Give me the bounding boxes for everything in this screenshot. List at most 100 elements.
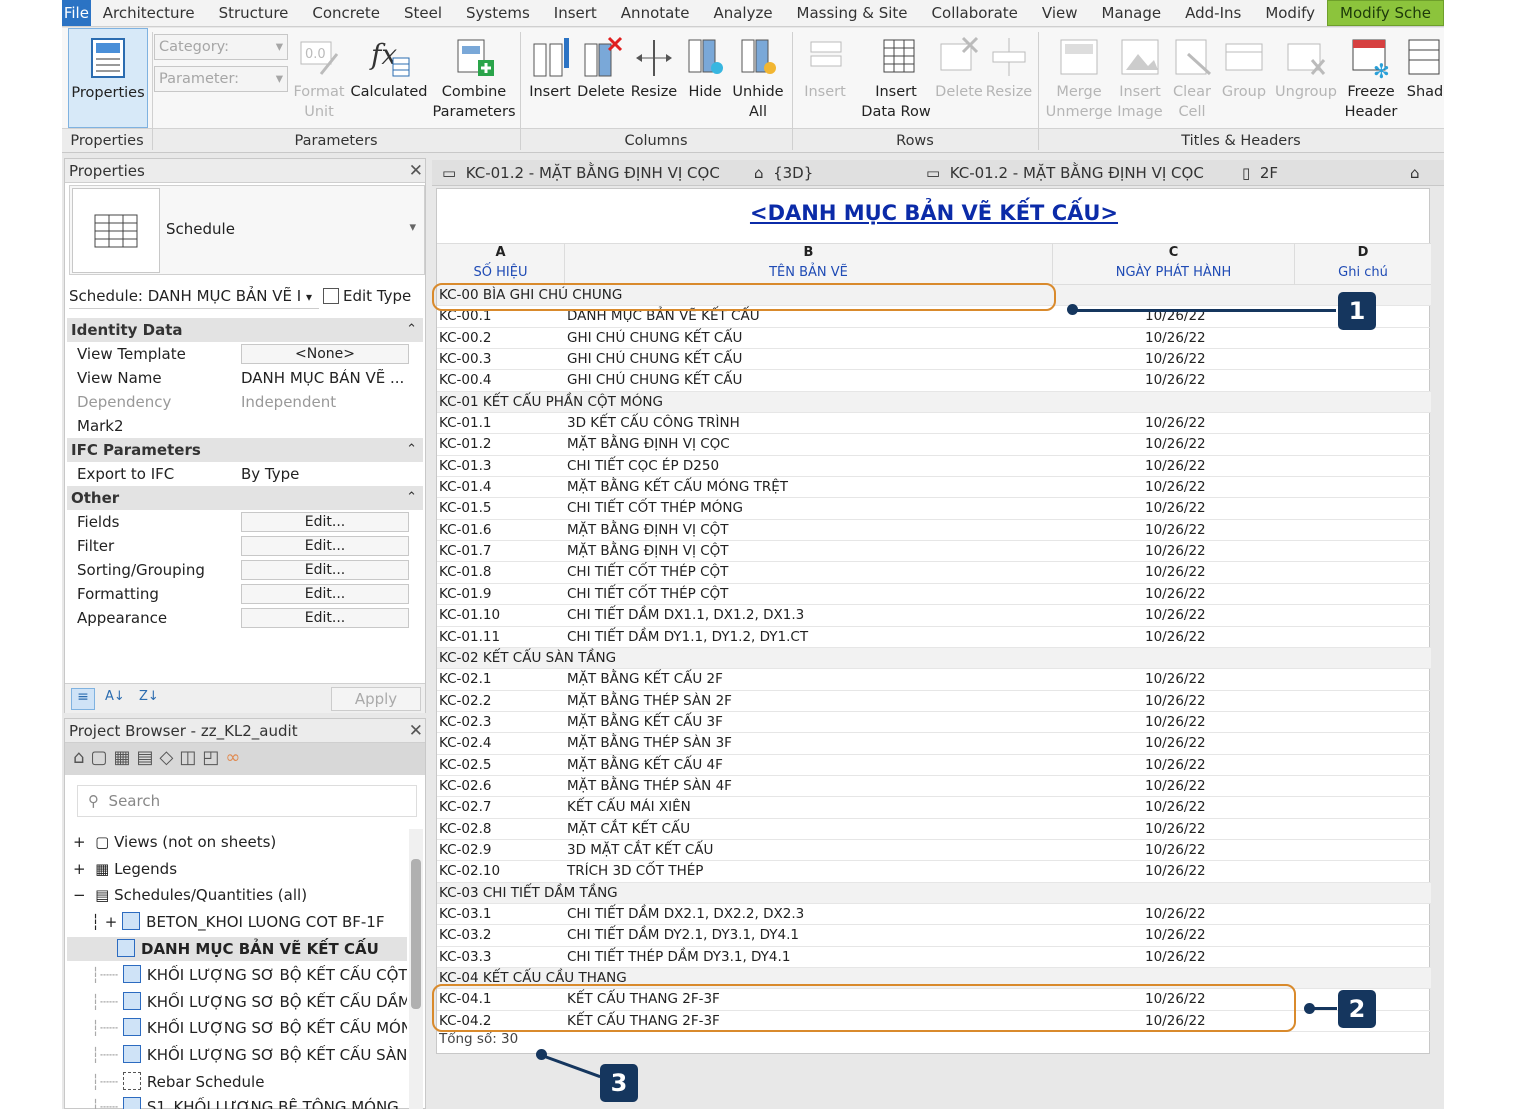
view-tab[interactable]: ⌂ {3D}	[754, 164, 813, 182]
export-ifc-field[interactable]: By Type	[241, 465, 409, 483]
cell-sheet-name[interactable]: CHI TIẾT DẦM DX2.1, DX2.2, DX2.3	[567, 906, 804, 922]
insert-data-row-button[interactable]: Insert Data Row	[858, 28, 934, 128]
search-input[interactable]: ⚲ Search	[77, 785, 417, 817]
table-row[interactable]: KC-02.7 KẾT CẤU MÁI XIÊN 10/26/22	[437, 797, 1431, 819]
cell-sheet-number[interactable]: KC-02.6	[439, 778, 491, 794]
table-row[interactable]: KC-01.4 MẶT BẰNG KẾT CẤU MÓNG TRỆT 10/26/2…	[437, 477, 1431, 499]
cell-sheet-name[interactable]: MẶT BẰNG KẾT CẤU 3F	[567, 714, 723, 730]
cell-issue-date[interactable]: 10/26/22	[1145, 693, 1206, 709]
expand-icon[interactable]: ┆ +	[91, 913, 117, 931]
tree-node-schedule-item[interactable]: ┆┄┄ KHỐI LƯỢNG SƠ BỘ KẾT CẤU CỘT	[91, 965, 407, 984]
fields-edit-button[interactable]: Edit...	[241, 512, 409, 532]
table-row[interactable]: KC-02.3 MẶT BẰNG KẾT CẤU 3F 10/26/22	[437, 712, 1431, 734]
tab-modify-schedule[interactable]: Modify Sche	[1327, 0, 1444, 26]
cell-sheet-name[interactable]: CHI TIẾT THÉP DẦM DY3.1, DY4.1	[567, 949, 790, 965]
link-icon[interactable]: ∞	[225, 747, 246, 768]
cell-issue-date[interactable]: 10/26/22	[1145, 735, 1206, 751]
table-row[interactable]: KC-03.1 CHI TIẾT DẦM DX2.1, DX2.2, DX2.3 1…	[437, 904, 1431, 926]
parameter-combo[interactable]: Parameter: ▾	[154, 66, 288, 92]
tree-node-schedule-item[interactable]: ┆┄┄ S1_KHỐI LƯỢNG BÊ TÔNG MÓNG	[91, 1097, 407, 1109]
type-selector[interactable]: Schedule ▾	[69, 185, 425, 275]
cell-issue-date[interactable]: 10/26/22	[1145, 757, 1206, 773]
cell-sheet-name[interactable]: KẾT CẤU MÁI XIÊN	[567, 799, 691, 815]
cell-issue-date[interactable]: 10/26/22	[1145, 458, 1206, 474]
tab-manage[interactable]: Manage	[1090, 0, 1174, 26]
cell-issue-date[interactable]: 10/26/22	[1145, 479, 1206, 495]
cell-sheet-name[interactable]: MẶT BẰNG KẾT CẤU 4F	[567, 757, 723, 773]
tree-node-schedule-item[interactable]: ┆┄┄ KHỐI LƯỢNG SƠ BỘ KẾT CẤU MÓNG	[91, 1018, 407, 1037]
column-header-c[interactable]: C NGÀY PHÁT HÀNH	[1053, 243, 1295, 285]
browser-scrollbar[interactable]	[409, 829, 423, 1109]
tree-node-selected[interactable]: DANH MỤC BẢN VẼ KẾT CẤU	[67, 937, 407, 961]
cell-sheet-number[interactable]: KC-02 KẾT CẤU SÀN TẦNG	[439, 650, 616, 666]
table-row[interactable]: KC-02.5 MẶT BẰNG KẾT CẤU 4F 10/26/22	[437, 755, 1431, 776]
combine-parameters-button[interactable]: Combine Parameters	[432, 28, 516, 128]
table-row[interactable]: KC-03.2 CHI TIẾT DẦM DY2.1, DY3.1, DY4.1 1…	[437, 925, 1431, 947]
tree-node-schedules[interactable]: − ▤ Schedules/Quantities (all)	[73, 886, 307, 904]
cell-sheet-name[interactable]: MẶT BẰNG THÉP SÀN 3F	[567, 735, 732, 751]
cell-sheet-number[interactable]: KC-01.3	[439, 458, 491, 474]
tab-modify[interactable]: Modify	[1253, 0, 1327, 26]
cell-issue-date[interactable]: 10/26/22	[1145, 586, 1206, 602]
cell-sheet-number[interactable]: KC-01.9	[439, 586, 491, 602]
view-template-button[interactable]: <None>	[241, 344, 409, 364]
insert-row-button[interactable]: Insert	[796, 28, 854, 128]
group-icon[interactable]: ◫	[179, 747, 202, 768]
cell-sheet-number[interactable]: KC-03.3	[439, 949, 491, 965]
unhide-all-button[interactable]: Unhide All	[730, 28, 786, 128]
view-tab[interactable]: ▭ KC-01.2 - MẶT BẰNG ĐỊNH VỊ CỌC	[442, 164, 720, 182]
close-icon[interactable]: ✕	[409, 159, 423, 183]
tab-architecture[interactable]: Architecture	[91, 0, 207, 26]
properties-button[interactable]: Properties	[68, 28, 148, 128]
cell-sheet-number[interactable]: KC-02.10	[439, 863, 500, 879]
insert-column-button[interactable]: Insert	[526, 28, 574, 128]
cell-issue-date[interactable]: 10/26/22	[1145, 927, 1206, 943]
cell-issue-date[interactable]: 10/26/22	[1145, 671, 1206, 687]
cell-sheet-name[interactable]: 3D MẶT CẮT KẾT CẤU	[567, 842, 713, 858]
instance-selector[interactable]: Schedule: DANH MỤC BẢN VẼ I ▾	[69, 283, 319, 309]
column-header-d[interactable]: D Ghi chú	[1295, 243, 1431, 285]
table-row[interactable]: KC-01.9 CHI TIẾT CỐT THÉP CỘT 10/26/22	[437, 584, 1431, 606]
merge-unmerge-button[interactable]: Merge Unmerge	[1046, 28, 1112, 128]
cell-issue-date[interactable]: 10/26/22	[1145, 863, 1206, 879]
cell-sheet-name[interactable]: MẶT BẰNG ĐỊNH VỊ CỘT	[567, 522, 729, 538]
table-row[interactable]: KC-02.9 3D MẶT CẮT KẾT CẤU 10/26/22	[437, 840, 1431, 862]
tree-node-schedule-item[interactable]: ┆┄┄ KHỐI LƯỢNG SƠ BỘ KẾT CẤU DẦM,	[91, 992, 407, 1011]
sorting-edit-button[interactable]: Edit...	[241, 560, 409, 580]
view-tab[interactable]: ⌂	[1410, 164, 1420, 182]
cell-sheet-number[interactable]: KC-02.7	[439, 799, 491, 815]
table-row[interactable]: KC-02.2 MẶT BẰNG THÉP SÀN 2F 10/26/22	[437, 691, 1431, 712]
view-tab[interactable]: ▭ KC-01.2 - MẶT BẰNG ĐỊNH VỊ CỌC	[926, 164, 1204, 182]
tab-concrete[interactable]: Concrete	[300, 0, 392, 26]
tab-analyze[interactable]: Analyze	[701, 0, 784, 26]
delete-column-button[interactable]: Delete	[576, 28, 626, 128]
tree-node-schedule-item[interactable]: ┆┄┄ Rebar Schedule	[91, 1072, 407, 1091]
cell-sheet-number[interactable]: KC-00.2	[439, 330, 491, 346]
table-row[interactable]: KC-01.7 MẶT BẰNG ĐỊNH VỊ CỘT 10/26/22	[437, 541, 1431, 563]
table-row[interactable]: KC-02.6 MẶT BẰNG THÉP SÀN 4F 10/26/22	[437, 776, 1431, 798]
cell-sheet-number[interactable]: KC-01.5	[439, 500, 491, 516]
cell-sheet-name[interactable]: CHI TIẾT DẦM DY1.1, DY1.2, DY1.CT	[567, 629, 808, 645]
section-ifc-parameters[interactable]: IFC Parameters ⌃	[67, 438, 423, 462]
apply-button[interactable]: Apply	[331, 687, 421, 711]
table-row[interactable]: KC-03.3 CHI TIẾT THÉP DẦM DY3.1, DY4.1 10/…	[437, 947, 1431, 968]
cell-sheet-number[interactable]: KC-02.9	[439, 842, 491, 858]
scrollbar-thumb[interactable]	[411, 859, 421, 1009]
cell-issue-date[interactable]: 10/26/22	[1145, 629, 1206, 645]
resize-row-button[interactable]: Resize	[984, 28, 1034, 128]
cell-sheet-number[interactable]: KC-02.4	[439, 735, 491, 751]
cell-issue-date[interactable]: 10/26/22	[1145, 415, 1206, 431]
cell-sheet-number[interactable]: KC-03.2	[439, 927, 491, 943]
cell-issue-date[interactable]: 10/26/22	[1145, 436, 1206, 452]
cell-sheet-name[interactable]: GHI CHÚ CHUNG KẾT CẤU	[567, 351, 742, 367]
table-row[interactable]: KC-01.3 CHI TIẾT CỌC ÉP D250 10/26/22	[437, 456, 1431, 478]
table-row[interactable]: KC-02.8 MẶT CẮT KẾT CẤU 10/26/22	[437, 819, 1431, 840]
column-header-a[interactable]: A SỐ HIỆU	[437, 243, 565, 285]
formatting-edit-button[interactable]: Edit...	[241, 584, 409, 604]
schedule-icon[interactable]: ▤	[136, 747, 159, 768]
cell-sheet-number[interactable]: KC-01.8	[439, 564, 491, 580]
group-header-row[interactable]: KC-01 KẾT CẤU PHẦN CỘT MÓNG	[437, 391, 1431, 414]
cell-sheet-number[interactable]: KC-02.5	[439, 757, 491, 773]
tree-node-schedule-item[interactable]: ┆┄┄ KHỐI LƯỢNG SƠ BỘ KẾT CẤU SÀN	[91, 1045, 407, 1064]
cell-sheet-number[interactable]: KC-01.10	[439, 607, 500, 623]
